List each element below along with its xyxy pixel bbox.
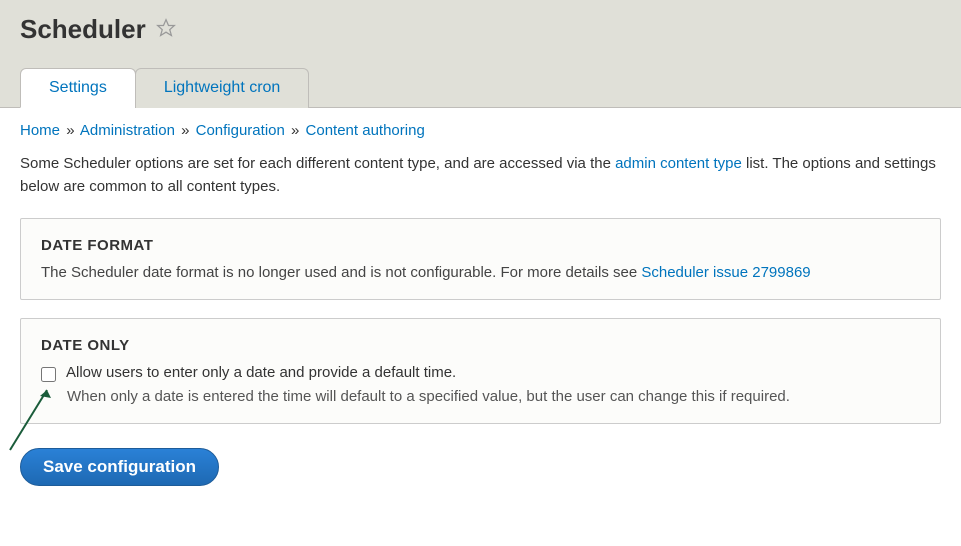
favorite-star-icon[interactable]: [156, 18, 176, 42]
breadcrumb-separator: »: [181, 122, 189, 139]
date-only-legend: DATE ONLY: [41, 337, 920, 354]
breadcrumb-separator: »: [291, 122, 299, 139]
date-format-legend: DATE FORMAT: [41, 237, 920, 254]
scheduler-issue-link[interactable]: Scheduler issue 2799869: [641, 264, 810, 281]
breadcrumb-configuration[interactable]: Configuration: [196, 122, 285, 139]
date-format-fieldset: DATE FORMAT The Scheduler date format is…: [20, 218, 941, 300]
intro-part1: Some Scheduler options are set for each …: [20, 155, 615, 172]
breadcrumb: Home » Administration » Configuration » …: [20, 122, 941, 139]
intro-text: Some Scheduler options are set for each …: [20, 153, 941, 198]
date-only-checkbox[interactable]: [41, 367, 56, 382]
page-title: Scheduler: [20, 14, 146, 45]
admin-content-type-link[interactable]: admin content type: [615, 155, 742, 172]
date-only-fieldset: DATE ONLY Allow users to enter only a da…: [20, 318, 941, 424]
date-only-checkbox-label[interactable]: Allow users to enter only a date and pro…: [66, 364, 456, 381]
breadcrumb-content-authoring[interactable]: Content authoring: [306, 122, 425, 139]
breadcrumb-home[interactable]: Home: [20, 122, 60, 139]
date-format-desc: The Scheduler date format is no longer u…: [41, 264, 920, 281]
date-only-help: When only a date is entered the time wil…: [67, 388, 920, 405]
breadcrumb-separator: »: [66, 122, 74, 139]
save-configuration-button[interactable]: Save configuration: [20, 448, 219, 486]
tab-lightweight-cron[interactable]: Lightweight cron: [135, 68, 310, 108]
tab-settings[interactable]: Settings: [20, 68, 136, 108]
breadcrumb-administration[interactable]: Administration: [80, 122, 175, 139]
tabs: Settings Lightweight cron: [20, 67, 941, 107]
